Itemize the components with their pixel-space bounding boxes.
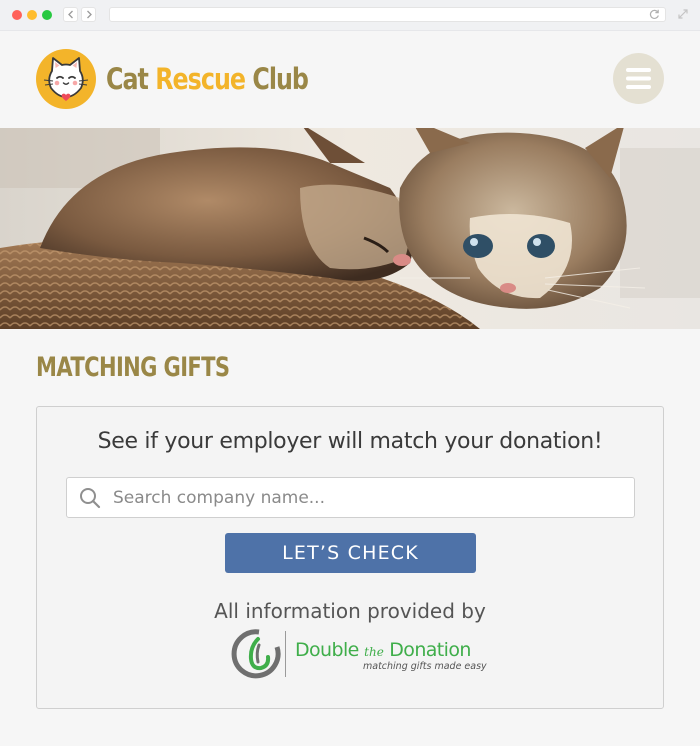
logo-divider bbox=[285, 631, 286, 677]
partner-name-donation: Donation bbox=[383, 639, 471, 661]
double-the-donation-mark-icon bbox=[231, 629, 281, 679]
forward-button[interactable] bbox=[81, 7, 96, 22]
maximize-window-dot[interactable] bbox=[42, 10, 52, 20]
cat-face-icon[interactable] bbox=[36, 49, 96, 109]
company-search-field[interactable] bbox=[66, 477, 635, 518]
browser-toolbar bbox=[0, 0, 700, 31]
site-header: Cat Rescue Club bbox=[0, 31, 700, 128]
partner-name: Double the Donation bbox=[295, 639, 471, 663]
partner-name-double: Double bbox=[295, 639, 365, 661]
double-the-donation-logo[interactable]: Double the Donation matching gifts made … bbox=[229, 629, 487, 679]
lets-check-button[interactable]: LET’S CHECK bbox=[225, 533, 476, 573]
search-icon bbox=[80, 488, 101, 509]
partner-tagline: matching gifts made easy bbox=[363, 661, 487, 672]
fullscreen-icon[interactable] bbox=[677, 8, 689, 20]
back-button[interactable] bbox=[63, 7, 78, 22]
hamburger-icon bbox=[626, 68, 651, 89]
chevron-left-icon bbox=[68, 10, 73, 19]
provided-by-text: All information provided by bbox=[214, 599, 486, 623]
close-window-dot[interactable] bbox=[12, 10, 22, 20]
reload-icon[interactable] bbox=[649, 9, 660, 20]
company-search-input[interactable] bbox=[113, 478, 623, 517]
menu-button[interactable] bbox=[613, 53, 664, 104]
partner-name-the: the bbox=[364, 645, 384, 659]
logo-word-club: Club bbox=[252, 62, 309, 96]
logo-word-cat: Cat bbox=[106, 62, 156, 96]
minimize-window-dot[interactable] bbox=[27, 10, 37, 20]
logo-word-rescue: Rescue bbox=[155, 62, 253, 96]
hero-kittens-image bbox=[0, 128, 700, 329]
chevron-right-icon bbox=[87, 10, 92, 19]
address-bar[interactable] bbox=[109, 7, 666, 22]
page-title: MATCHING GIFTS bbox=[36, 352, 230, 383]
widget-prompt: See if your employer will match your don… bbox=[97, 429, 603, 454]
site-logo-title[interactable]: Cat Rescue Club bbox=[106, 62, 309, 96]
matching-gift-widget: See if your employer will match your don… bbox=[36, 406, 664, 709]
browser-window: Cat Rescue Club MATCHING GIFTS See if yo… bbox=[0, 0, 700, 746]
